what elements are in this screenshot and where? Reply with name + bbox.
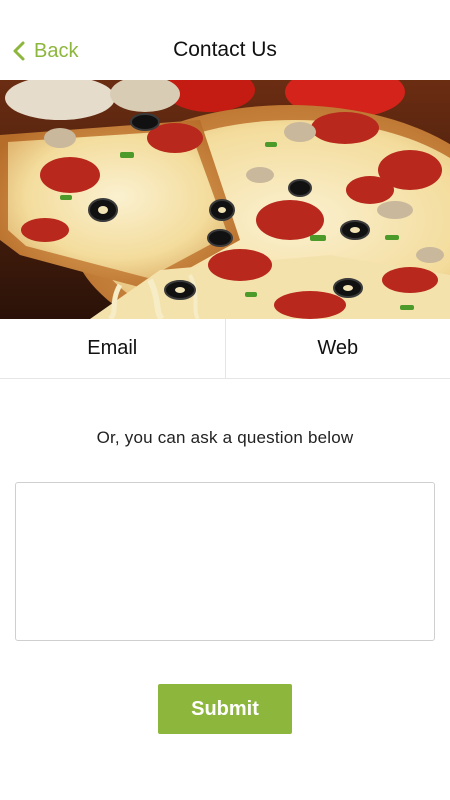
tab-email[interactable]: Email: [0, 319, 225, 378]
top-bar: Back Contact Us: [0, 0, 450, 80]
pizza-image: [0, 80, 450, 319]
question-prompt: Or, you can ask a question below: [96, 428, 354, 447]
contact-tabs: Email Web: [0, 319, 450, 379]
pizza-photo: [0, 80, 450, 319]
page-title: Contact Us: [173, 38, 277, 61]
tab-web[interactable]: Web: [224, 319, 450, 378]
submit-button[interactable]: Submit: [158, 684, 292, 734]
contact-screen: Back Contact Us Email Web Or, you can as…: [0, 0, 450, 800]
question-input[interactable]: [15, 482, 435, 641]
